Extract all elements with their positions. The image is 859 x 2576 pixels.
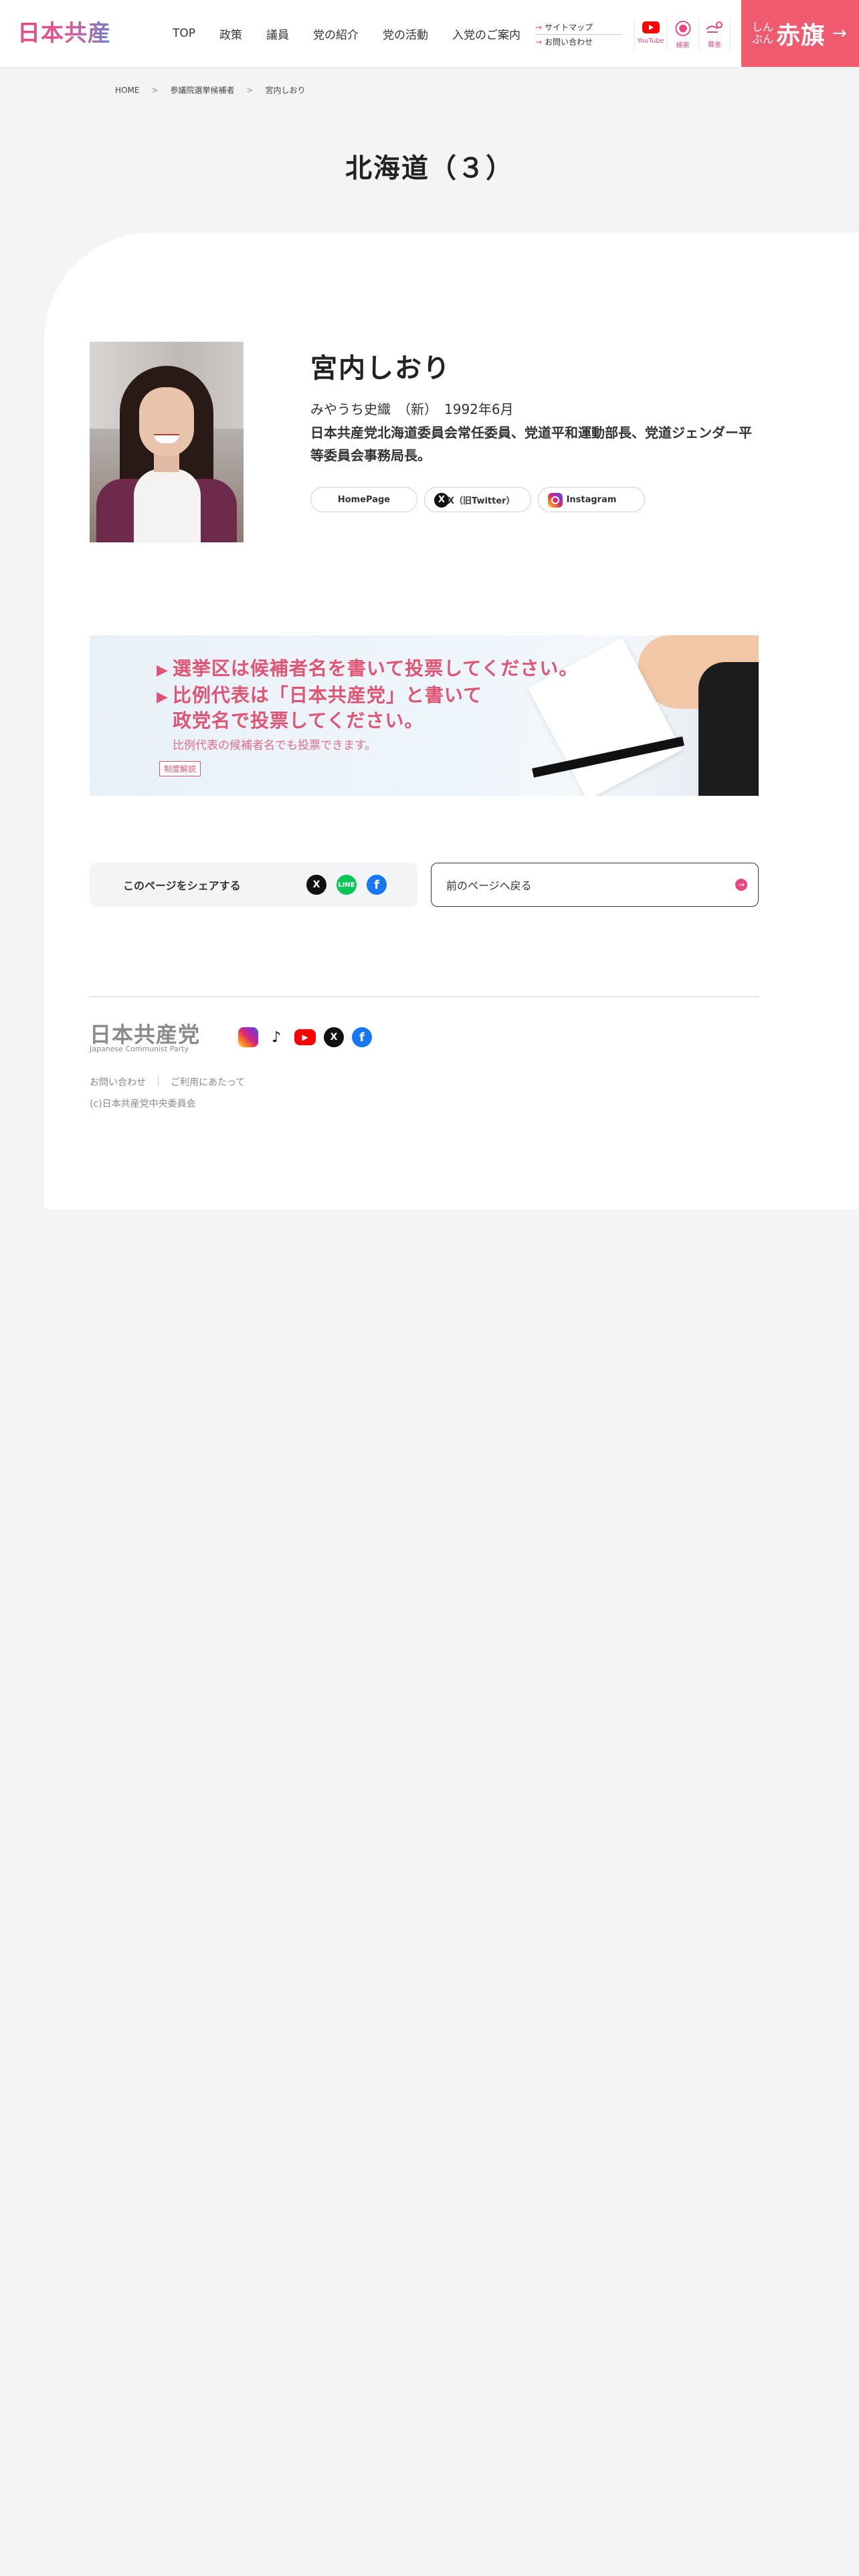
- x-icon: X: [312, 879, 320, 890]
- share-label: このページをシェアする: [123, 879, 241, 892]
- candidate-born: 1992年6月: [444, 401, 514, 417]
- banner-line-3: 政党名で投票してください。: [173, 710, 424, 732]
- nav-policy[interactable]: 政策: [207, 25, 254, 42]
- header-icon-group: YouTube 検索 募金: [634, 19, 731, 49]
- site-logo[interactable]: 日本共産党: [17, 19, 130, 76]
- footer-social-links: ♪ ▶ X f: [238, 1027, 380, 1047]
- youtube-icon: [642, 21, 660, 33]
- search-button[interactable]: 検索: [666, 19, 698, 49]
- breadcrumb: HOME > 参議院選挙候補者 > 宮内しおり: [115, 84, 306, 96]
- footer-logo-subtitle: Japanese Communist Party: [90, 1045, 189, 1053]
- nav-about[interactable]: 党の紹介: [301, 25, 371, 42]
- search-icon: [674, 20, 691, 37]
- triangle-right-icon: ▶: [157, 689, 169, 706]
- candidate-kana-line: みやうち史織 （新） 1992年6月: [310, 399, 520, 418]
- voting-guide-banner[interactable]: ▶ 選挙区は候補者名を書いて投票してください。 ▶ 比例代表は「日本共産党」と書いて…: [90, 635, 759, 796]
- donation-button[interactable]: 募金: [698, 19, 731, 49]
- arrow-right-icon: →: [535, 22, 543, 32]
- candidate-photo: [90, 342, 244, 542]
- banner-line-2: ▶ 比例代表は「日本共産党」と書いて: [157, 684, 483, 706]
- akahata-banner-link[interactable]: しんぶん 赤旗 →: [741, 0, 859, 67]
- akahata-small-label: しんぶん: [752, 21, 774, 45]
- candidate-description: 日本共産党北海道委員会常任委員、党道平和運動部長、党道ジェンダー平等委員会事務局…: [310, 425, 752, 463]
- instagram-button[interactable]: Instagram: [538, 487, 645, 512]
- nav-members[interactable]: 議員: [254, 25, 301, 42]
- candidate-status: （新）: [397, 401, 438, 417]
- nav-activities[interactable]: 党の活動: [371, 25, 440, 42]
- back-button[interactable]: 前のページへ戻る →: [431, 863, 759, 907]
- twitter-button[interactable]: X X（旧Twitter）: [424, 487, 531, 512]
- share-x-button[interactable]: X: [306, 875, 326, 895]
- breadcrumb-separator: >: [151, 85, 159, 95]
- x-icon: X: [434, 493, 449, 508]
- facebook-icon[interactable]: f: [352, 1027, 372, 1047]
- facebook-icon: f: [374, 877, 379, 892]
- sitemap-link[interactable]: → サイトマップ: [535, 21, 622, 33]
- x-icon[interactable]: X: [324, 1027, 344, 1047]
- donation-icon: [706, 21, 723, 33]
- triangle-right-icon: ▶: [157, 662, 169, 679]
- candidate-name: 宮内しおり: [310, 353, 451, 384]
- header-sub-links: → サイトマップ → お問い合わせ: [535, 21, 622, 47]
- copyright: (c)日本共産党中央委員会: [90, 1099, 196, 1109]
- homepage-button[interactable]: HomePage: [310, 487, 417, 512]
- banner-line-1: ▶ 選挙区は候補者名を書いて投票してください。: [157, 657, 579, 679]
- breadcrumb-home[interactable]: HOME: [115, 86, 139, 95]
- footer-divider: [90, 996, 759, 997]
- line-icon: LINE: [338, 881, 355, 889]
- sleeve-illustration: [698, 662, 759, 796]
- nav-join[interactable]: 入党のご案内: [440, 25, 533, 42]
- footer-terms-link[interactable]: ご利用にあたって: [171, 1075, 245, 1089]
- share-box: このページをシェアする X LINE f: [90, 863, 417, 907]
- youtube-icon[interactable]: ▶: [294, 1029, 316, 1045]
- akahata-title: 赤旗: [776, 21, 826, 49]
- arrow-right-icon: →: [832, 23, 847, 43]
- candidate-kana: みやうち史織: [310, 401, 391, 417]
- instagram-icon: [548, 493, 563, 508]
- share-facebook-button[interactable]: f: [367, 875, 387, 895]
- page-title: 北海道（３）: [345, 152, 514, 184]
- arrow-right-icon: →: [735, 879, 747, 891]
- global-nav: TOP 政策 議員 党の紹介 党の活動 入党のご案内: [161, 0, 533, 67]
- breadcrumb-category[interactable]: 参議院選挙候補者: [170, 84, 234, 96]
- arrow-right-icon: →: [535, 37, 543, 47]
- site-header: 日本共産党 TOP 政策 議員 党の紹介 党の活動 入党のご案内 → サイトマップ…: [0, 0, 859, 76]
- contact-link[interactable]: → お問い合わせ: [535, 36, 622, 47]
- candidate-links: HomePage X X（旧Twitter） Instagram: [310, 487, 652, 512]
- tiktok-icon[interactable]: ♪: [266, 1027, 286, 1047]
- instagram-icon[interactable]: [238, 1027, 258, 1047]
- breadcrumb-separator: >: [246, 85, 254, 95]
- banner-tag: 制度解説: [159, 761, 201, 776]
- banner-subtext: 比例代表の候補者名でも投票できます。: [173, 739, 377, 752]
- divider: [158, 1075, 159, 1086]
- footer-contact-link[interactable]: お問い合わせ: [90, 1075, 146, 1089]
- youtube-button[interactable]: YouTube: [634, 19, 666, 49]
- divider: [535, 34, 622, 35]
- share-line-button[interactable]: LINE: [337, 875, 357, 895]
- breadcrumb-current: 宮内しおり: [265, 86, 306, 95]
- footer-links: お問い合わせ ご利用にあたって: [90, 1075, 245, 1089]
- nav-top[interactable]: TOP: [161, 27, 207, 40]
